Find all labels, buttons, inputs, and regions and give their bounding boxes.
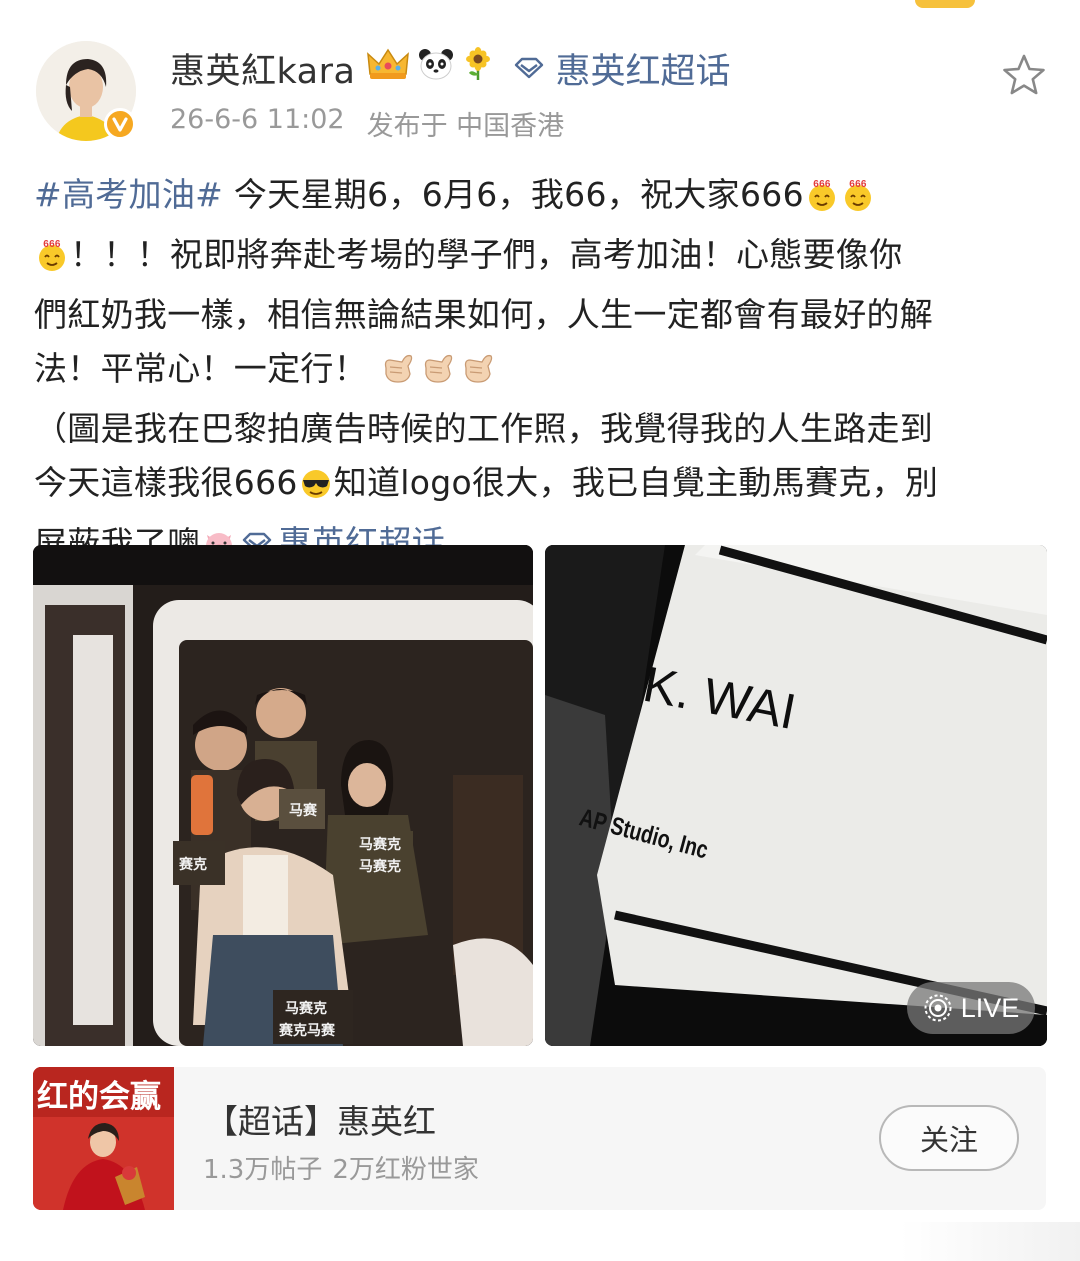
star-icon	[1003, 54, 1045, 95]
location: 发布于 中国香港	[366, 111, 565, 142]
verified-badge-icon	[104, 108, 136, 140]
mosaic-label: 赛克马赛	[278, 1022, 336, 1039]
favorite-star-button[interactable]	[1000, 52, 1048, 98]
post-photo-left[interactable]: 马赛 赛克 马赛克 马赛克 马赛克 赛克马赛	[33, 545, 533, 1046]
post-count: 1.3万帖子	[203, 1155, 323, 1185]
crown-icon[interactable]	[365, 46, 411, 90]
svg-text:666: 666	[43, 239, 61, 250]
post-line-4: 法！平常心！一定行！	[34, 342, 1044, 402]
panda-icon[interactable]	[417, 47, 455, 89]
post-line-6: 今天這樣我很666 知道logo很大，我已自覺主動馬賽克，別	[34, 456, 1044, 516]
timestamp: 26-6-6 11:02	[170, 104, 345, 135]
sunflower-icon[interactable]	[461, 47, 495, 89]
post-line-3: 們紅奶我一樣，相信無論結果如何，人生一定都會有最好的解	[34, 295, 934, 334]
post-body: #高考加油# 今天星期6，6月6，我66，祝大家666 666 666 666 ！！！…	[34, 168, 1044, 577]
post-line-2: 666 ！！！祝即將奔赴考場的學子們，高考加油！心態要像你	[34, 228, 1044, 288]
supertopic-card[interactable]: 红的会赢 【超话】惠英红 1.3万帖子 2万红粉世家 关注	[33, 1067, 1046, 1210]
live-icon	[924, 994, 952, 1022]
live-photo-badge[interactable]: LIVE	[907, 982, 1035, 1034]
call-me-hand-icon	[378, 348, 418, 402]
mosaic-label: 马赛克	[359, 858, 401, 875]
post-text-2: ！！！祝即將奔赴考場的學子們，高考加油！心態要像你	[70, 235, 903, 274]
hashtag-link[interactable]: #高考加油#	[34, 175, 223, 214]
post-line-5: （圖是我在巴黎拍廣告時候的工作照，我覺得我的人生路走到	[34, 409, 934, 448]
post-photo-right[interactable]: K. WAI AP Studio, Inc LIVE	[545, 545, 1047, 1046]
post-text-6b: 知道logo很大，我已自覺主動馬賽克，別	[333, 463, 939, 502]
mosaic-label: 马赛克	[359, 836, 401, 853]
post-line-1: #高考加油# 今天星期6，6月6，我66，祝大家666 666 666	[34, 168, 1044, 228]
thumb-title: 红的会赢	[37, 1079, 161, 1115]
svg-text:666: 666	[813, 179, 831, 190]
call-me-hand-icon	[458, 348, 498, 402]
supertopic-link[interactable]: 惠英红超话	[513, 43, 730, 94]
username[interactable]: 惠英紅kara	[170, 43, 355, 94]
fan-count: 2万红粉世家	[332, 1155, 479, 1185]
user-badges	[365, 46, 495, 90]
follow-button[interactable]: 关注	[879, 1105, 1019, 1171]
live-label: LIVE	[960, 992, 1020, 1023]
supertopic-link-label: 惠英红超话	[555, 51, 731, 92]
supertopic-title: 【超话】惠英红	[205, 1102, 436, 1141]
svg-text:666: 666	[849, 179, 867, 190]
mosaic-label: 马赛克	[285, 1000, 327, 1017]
post-meta: 26-6-6 11:02 发布于 中国香港	[170, 104, 564, 143]
sunglasses-face-icon	[298, 462, 334, 516]
party-face-666-icon: 666	[34, 234, 70, 288]
mosaic-label: 赛克	[178, 856, 207, 873]
post-text-6a: 今天這樣我很666	[34, 463, 298, 502]
bottom-shadow	[900, 1222, 1080, 1261]
top-decoration	[915, 0, 975, 8]
post-text-1: 今天星期6，6月6，我66，祝大家666	[223, 175, 804, 214]
diamond-icon	[513, 56, 545, 80]
party-face-666-icon: 666	[804, 174, 840, 228]
user-row: 惠英紅kara 惠英红超话	[170, 42, 730, 94]
party-face-666-icon: 666	[840, 174, 876, 228]
post-text-4: 法！平常心！一定行！	[34, 349, 367, 388]
supertopic-stats: 1.3万帖子 2万红粉世家	[203, 1149, 479, 1186]
call-me-hand-icon	[418, 348, 458, 402]
mosaic-label: 马赛	[289, 802, 318, 819]
supertopic-thumbnail: 红的会赢	[33, 1067, 174, 1210]
